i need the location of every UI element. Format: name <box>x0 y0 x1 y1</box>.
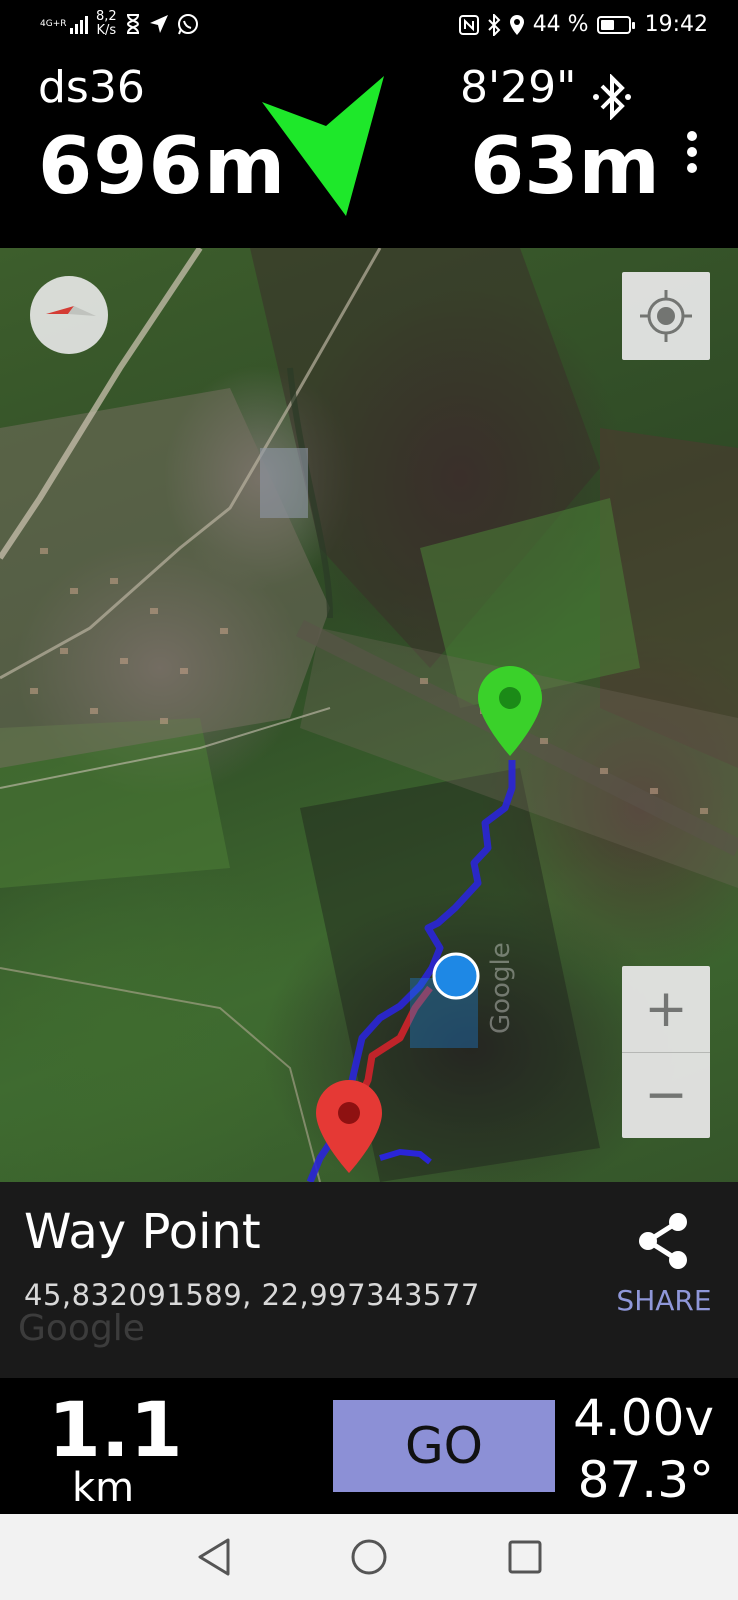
road <box>0 967 321 1182</box>
back-icon[interactable] <box>192 1534 238 1580</box>
bluetooth-small-icon <box>487 13 501 36</box>
navigation-header: ds36 696m 8'29" 63m <box>0 52 738 248</box>
nfc-icon <box>458 14 479 35</box>
waypoint-title: Way Point <box>24 1204 261 1260</box>
town-area <box>0 388 330 768</box>
status-right: 44 % 19:42 <box>458 12 708 37</box>
whatsapp-icon <box>177 14 198 35</box>
signal-icon <box>70 14 88 34</box>
status-left: 4G+R 8,2 K/s <box>40 10 199 38</box>
location-pin-icon <box>509 14 524 35</box>
share-icon[interactable] <box>636 1212 692 1270</box>
location-arrow-icon <box>149 15 168 33</box>
total-distance-unit: km <box>72 1465 135 1511</box>
time-to-waypoint: 8'29" <box>460 62 577 113</box>
zoom-controls: + − <box>622 966 710 1138</box>
more-options-icon[interactable] <box>686 130 698 174</box>
waypoint-pin-center <box>338 1102 360 1124</box>
waypoint-coordinates: 45,832091589, 22,997343577 <box>24 1278 480 1312</box>
total-distance: 1.1 <box>48 1385 183 1474</box>
my-location-button[interactable] <box>622 272 710 360</box>
go-button[interactable]: GO <box>333 1400 555 1492</box>
compass-button[interactable] <box>30 276 108 354</box>
satellite-map[interactable]: Google + − <box>0 248 738 1182</box>
zoom-out-button[interactable]: − <box>622 1052 710 1138</box>
distance-to-waypoint: 696m <box>38 122 287 212</box>
compass-needle-icon <box>46 306 96 316</box>
home-icon[interactable] <box>346 1534 392 1580</box>
google-watermark: Google <box>18 1308 145 1349</box>
network-speed: 8,2 K/s <box>96 10 117 38</box>
voltage-value: 4.00v <box>573 1389 714 1447</box>
zoom-in-button[interactable]: + <box>622 966 710 1053</box>
clock: 19:42 <box>644 12 708 37</box>
destination-pin-center <box>499 687 521 709</box>
industrial-building <box>260 448 308 518</box>
hourglass-icon <box>126 14 139 34</box>
waypoint-pin[interactable] <box>316 1080 382 1173</box>
network-speed-value: 8,2 <box>96 9 117 24</box>
waypoint-name: ds36 <box>38 62 145 113</box>
current-position-marker[interactable] <box>432 952 480 1000</box>
share-button[interactable]: SHARE <box>616 1284 712 1318</box>
direction-arrow-icon <box>262 76 384 216</box>
waypoint-info-panel[interactable]: Google Way Point 45,832091589, 22,997343… <box>0 1182 738 1378</box>
altitude-value: 63m <box>470 122 660 212</box>
system-nav-bar <box>0 1514 738 1600</box>
recents-icon[interactable] <box>502 1534 548 1580</box>
battery-percent: 44 % <box>532 12 589 37</box>
bluetooth-icon[interactable] <box>592 74 632 120</box>
heading-value: 87.3° <box>577 1451 714 1509</box>
battery-icon <box>596 15 635 34</box>
crosshair-icon <box>640 290 692 342</box>
status-bar: 4G+R 8,2 K/s 44 % 19:42 <box>0 0 738 52</box>
network-speed-unit: K/s <box>96 23 117 38</box>
network-type: 4G+R <box>40 19 67 29</box>
bottom-bar: 1.1 km GO 4.00v 87.3° <box>0 1378 738 1514</box>
google-watermark-vertical: Google <box>486 942 516 1034</box>
